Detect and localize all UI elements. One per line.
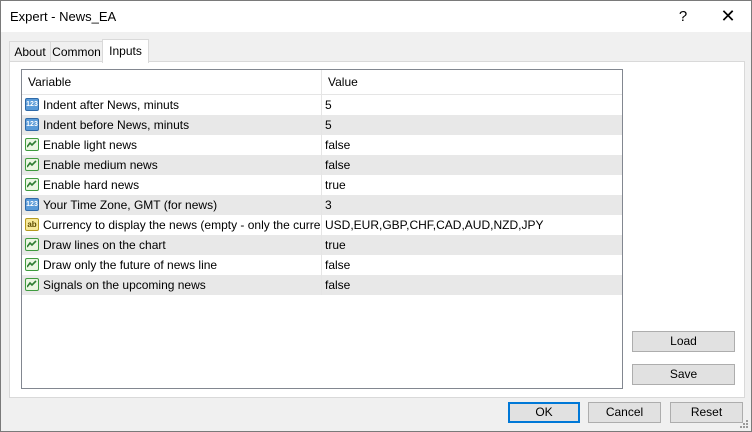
- table-row[interactable]: Enable light news false: [22, 135, 622, 155]
- load-button[interactable]: Load: [632, 331, 735, 352]
- column-header-value[interactable]: Value: [322, 70, 622, 94]
- table-row[interactable]: Signals on the upcoming news false: [22, 275, 622, 295]
- reset-button[interactable]: Reset: [670, 402, 743, 423]
- variable-cell[interactable]: 123 Your Time Zone, GMT (for news): [22, 195, 322, 215]
- grid-header: Variable Value: [22, 70, 622, 95]
- table-row[interactable]: Enable medium news false: [22, 155, 622, 175]
- variable-cell[interactable]: Signals on the upcoming news: [22, 275, 322, 295]
- ok-button[interactable]: OK: [508, 402, 580, 423]
- variable-name: Enable light news: [43, 138, 138, 152]
- bool-icon: [25, 158, 39, 171]
- close-button[interactable]: ✕: [706, 1, 750, 32]
- table-row[interactable]: Draw lines on the chart true: [22, 235, 622, 255]
- variable-name: Draw lines on the chart: [43, 238, 166, 252]
- variable-name: Signals on the upcoming news: [43, 278, 206, 292]
- variable-name: Enable hard news: [43, 178, 140, 192]
- inputs-grid: Variable Value 123 Indent after News, min…: [21, 69, 623, 389]
- int-icon: 123: [25, 98, 39, 111]
- variable-cell[interactable]: Enable hard news: [22, 175, 322, 195]
- variable-name: Enable medium news: [43, 158, 158, 172]
- int-icon: 123: [25, 198, 39, 211]
- bool-icon: [25, 278, 39, 291]
- table-row[interactable]: 123 Indent after News, minuts 5: [22, 95, 622, 115]
- resize-grip-icon[interactable]: [738, 418, 748, 428]
- value-cell[interactable]: true: [325, 235, 620, 255]
- expert-dialog: Expert - News_EA ? ✕ About Common Inputs…: [0, 0, 752, 432]
- variable-cell[interactable]: 123 Indent before News, minuts: [22, 115, 322, 135]
- variable-cell[interactable]: Draw lines on the chart: [22, 235, 322, 255]
- bool-icon: [25, 138, 39, 151]
- bool-icon: [25, 178, 39, 191]
- variable-cell[interactable]: Draw only the future of news line: [22, 255, 322, 275]
- value-cell[interactable]: false: [325, 275, 620, 295]
- window-title: Expert - News_EA: [10, 9, 117, 24]
- value-cell[interactable]: false: [325, 155, 620, 175]
- value-cell[interactable]: 5: [325, 115, 620, 135]
- variable-name: Indent after News, minuts: [43, 98, 180, 112]
- table-row[interactable]: 123 Indent before News, minuts 5: [22, 115, 622, 135]
- cancel-button[interactable]: Cancel: [588, 402, 661, 423]
- value-cell[interactable]: false: [325, 135, 620, 155]
- column-header-variable[interactable]: Variable: [22, 70, 322, 94]
- variable-name: Your Time Zone, GMT (for news): [43, 198, 218, 212]
- variable-name: Indent before News, minuts: [43, 118, 190, 132]
- string-icon: ab: [25, 218, 39, 231]
- variable-cell[interactable]: Enable medium news: [22, 155, 322, 175]
- variable-name: Draw only the future of news line: [43, 258, 218, 272]
- table-row[interactable]: ab Currency to display the news (empty - …: [22, 215, 622, 235]
- variable-name: Currency to display the news (empty - on…: [43, 218, 321, 232]
- value-cell[interactable]: false: [325, 255, 620, 275]
- help-button[interactable]: ?: [661, 1, 705, 32]
- tab-inputs[interactable]: Inputs: [102, 39, 149, 63]
- table-row[interactable]: 123 Your Time Zone, GMT (for news) 3: [22, 195, 622, 215]
- table-row[interactable]: Draw only the future of news line false: [22, 255, 622, 275]
- value-cell[interactable]: USD,EUR,GBP,CHF,CAD,AUD,NZD,JPY: [325, 215, 620, 235]
- int-icon: 123: [25, 118, 39, 131]
- bool-icon: [25, 258, 39, 271]
- title-bar: Expert - News_EA ? ✕: [1, 1, 751, 32]
- variable-cell[interactable]: 123 Indent after News, minuts: [22, 95, 322, 115]
- save-button[interactable]: Save: [632, 364, 735, 385]
- value-cell[interactable]: 5: [325, 95, 620, 115]
- bool-icon: [25, 238, 39, 251]
- variable-cell[interactable]: Enable light news: [22, 135, 322, 155]
- tab-common[interactable]: Common: [50, 41, 103, 62]
- variable-cell[interactable]: ab Currency to display the news (empty - …: [22, 215, 322, 235]
- value-cell[interactable]: true: [325, 175, 620, 195]
- table-row[interactable]: Enable hard news true: [22, 175, 622, 195]
- value-cell[interactable]: 3: [325, 195, 620, 215]
- tab-about[interactable]: About: [9, 41, 51, 62]
